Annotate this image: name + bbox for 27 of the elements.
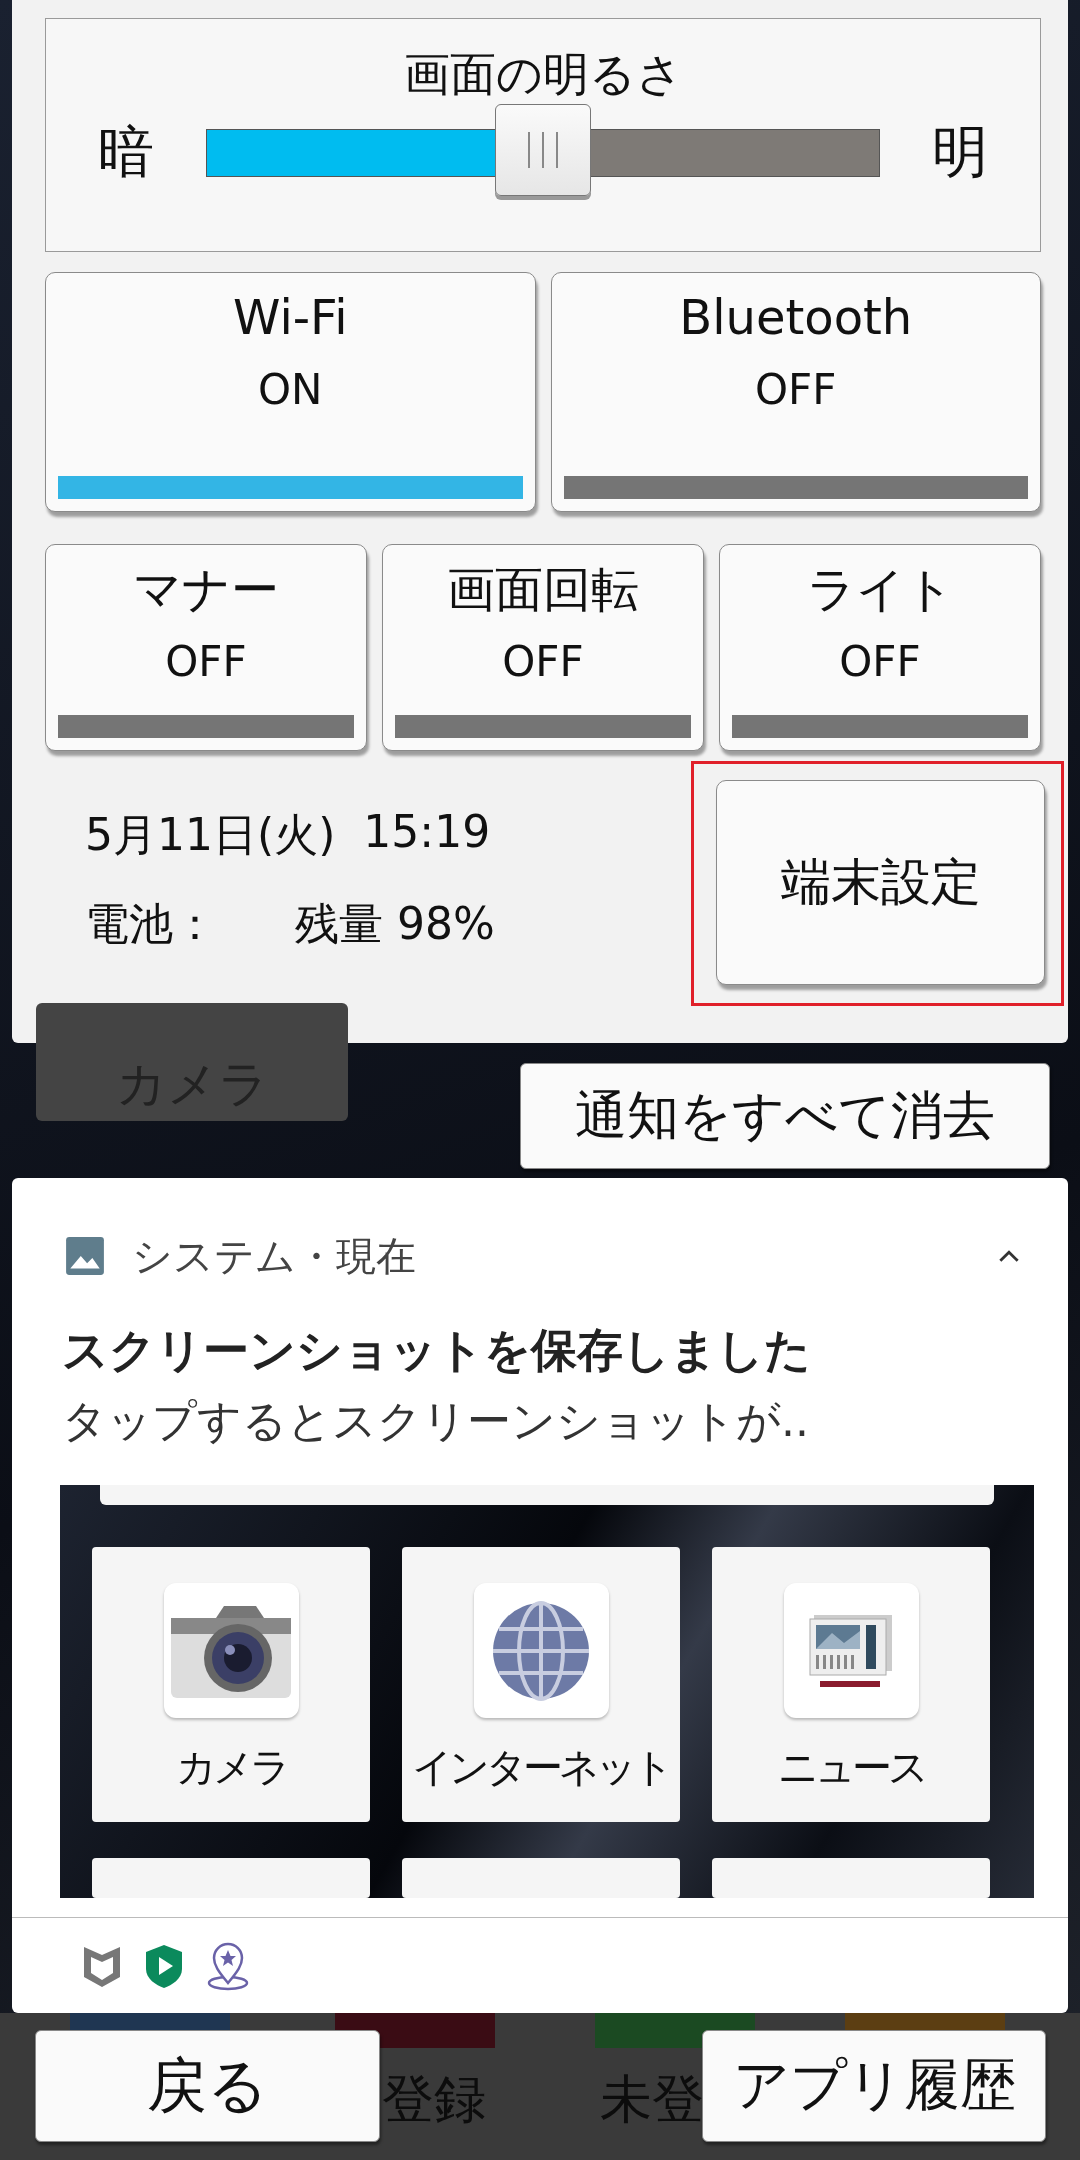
bright-label: 明 xyxy=(931,117,989,186)
brightness-title: 画面の明るさ xyxy=(403,49,683,100)
globe-icon xyxy=(491,1600,591,1701)
time-text: 15:19 xyxy=(363,806,491,859)
app-label: カメラ xyxy=(175,1743,287,1792)
app-label: ニュース xyxy=(777,1743,925,1792)
toggle-button[interactable]: 画面回転 OFF xyxy=(382,544,704,751)
toggle-button[interactable]: Wi-Fi ON xyxy=(45,272,536,512)
location-pin-icon xyxy=(206,1940,250,1991)
clear-all-button[interactable]: 通知をすべて消去 xyxy=(520,1063,1050,1169)
dark-label: 暗 xyxy=(97,117,155,186)
notification-title: スクリーンショットを保存しました xyxy=(61,1322,812,1379)
play-shield-icon xyxy=(144,1942,184,1989)
toggle-button[interactable]: ライト OFF xyxy=(719,544,1041,751)
device-settings-button[interactable]: 端末設定 xyxy=(716,780,1045,985)
toggle-button[interactable]: Bluetooth OFF xyxy=(550,272,1041,512)
toggle-button[interactable]: マナー OFF xyxy=(45,544,367,751)
notification-source: システム・現在 xyxy=(132,1231,416,1281)
app-label: インターネット xyxy=(412,1743,670,1792)
back-button[interactable]: 戻る xyxy=(35,2030,380,2142)
date-text: 5月11日(火) xyxy=(85,808,336,862)
recent-apps-button[interactable]: アプリ履歴 xyxy=(702,2030,1046,2142)
battery-level-text: 残量 98% xyxy=(295,897,495,951)
battery-label: 電池： xyxy=(85,897,217,951)
notification-text: タップするとスクリーンショットが.. xyxy=(61,1394,810,1448)
image-icon xyxy=(64,1235,106,1277)
notification-card[interactable]: システム・現在 スクリーンショットを保存しました タップするとスクリーンショットが.. カメラ インターネット ニュース xyxy=(12,1178,1068,2013)
